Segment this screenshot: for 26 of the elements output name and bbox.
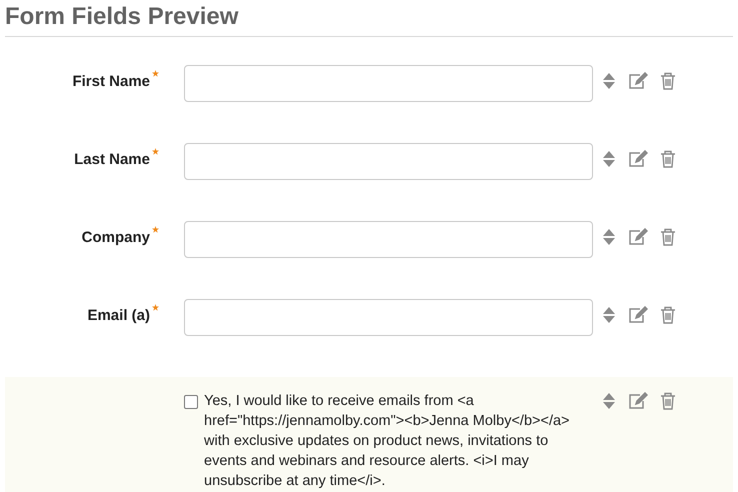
trash-icon[interactable]	[660, 392, 676, 410]
edit-icon[interactable]	[628, 228, 648, 246]
field-label: First Name	[72, 73, 150, 90]
sort-icon[interactable]	[602, 391, 616, 411]
sort-icon[interactable]	[602, 149, 616, 169]
edit-icon[interactable]	[628, 392, 648, 410]
trash-icon[interactable]	[660, 228, 676, 246]
sort-icon[interactable]	[602, 71, 616, 91]
sort-icon[interactable]	[602, 305, 616, 325]
input-field[interactable]	[184, 65, 593, 102]
edit-icon[interactable]	[628, 72, 648, 90]
trash-icon[interactable]	[660, 150, 676, 168]
page-title: Form Fields Preview	[4, 2, 240, 32]
trash-icon[interactable]	[660, 306, 676, 324]
field-label: Company	[82, 229, 150, 246]
input-field[interactable]	[184, 143, 593, 180]
field-label: Last Name	[74, 151, 150, 168]
sort-icon[interactable]	[602, 227, 616, 247]
checkbox[interactable]	[184, 395, 198, 409]
input-field[interactable]	[184, 221, 593, 258]
edit-icon[interactable]	[628, 306, 648, 324]
trash-icon[interactable]	[660, 72, 676, 90]
input-field[interactable]	[184, 299, 593, 336]
consent-text: Yes, I would like to receive emails from <a href="https://jennamolby.com"><b>Jenna Molby</b></a> with exclusive updates on product news, invitations to events and webinars and resource alerts. <i>I may unsubscribe at any time</i>.	[204, 392, 571, 491]
edit-icon[interactable]	[628, 150, 648, 168]
field-label: Email (a)	[87, 307, 150, 324]
